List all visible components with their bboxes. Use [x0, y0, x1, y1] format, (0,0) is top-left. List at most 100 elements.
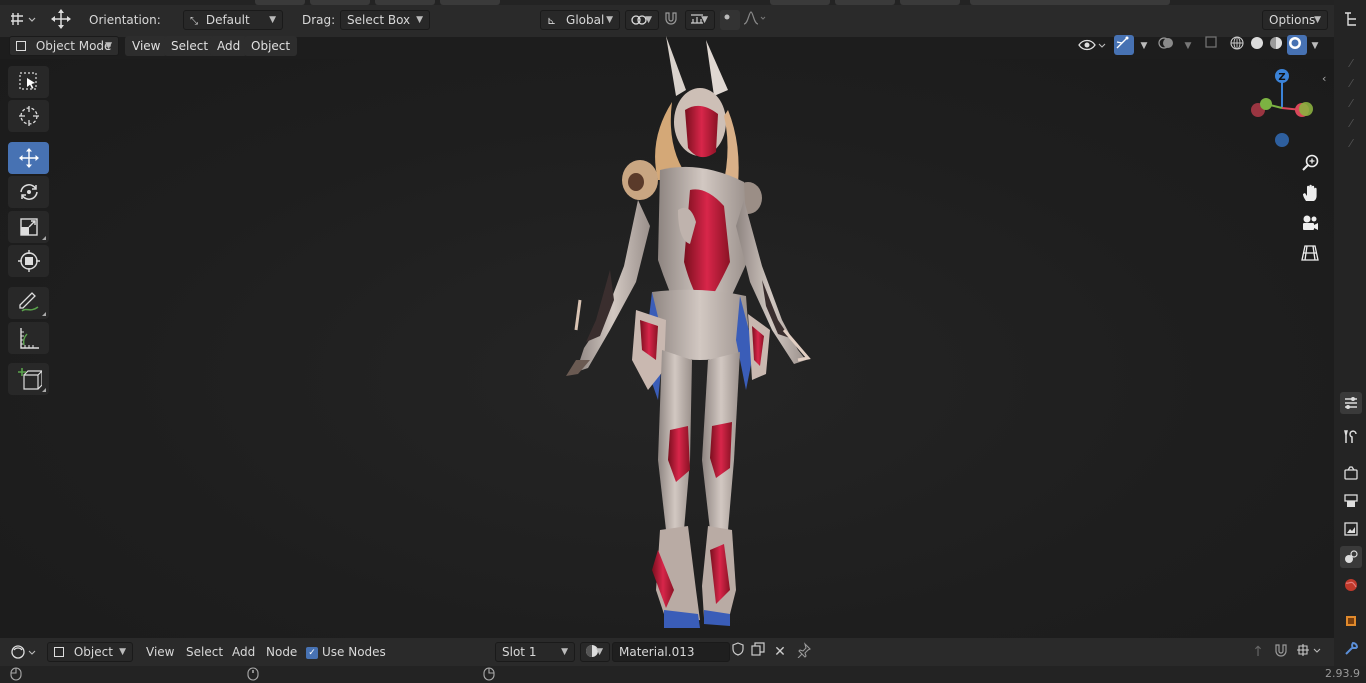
shader-editor-header: Object ▼ View Select Add Node ✓ Use Node… — [0, 638, 1334, 666]
rotate-tool[interactable] — [8, 176, 49, 208]
navigation-gizmo[interactable]: Z — [1244, 66, 1320, 152]
world-properties-icon[interactable] — [1340, 574, 1362, 596]
render-properties-icon[interactable] — [1340, 462, 1362, 484]
workspace-tab[interactable] — [770, 0, 830, 5]
gizmo-toggle-button[interactable] — [1114, 35, 1134, 55]
workspace-tab[interactable] — [835, 0, 895, 5]
sidebar-toggle-icon[interactable]: ‹ — [1322, 72, 1326, 85]
tool-pin-icon[interactable]: ⁄ — [1340, 92, 1362, 114]
axis-y-neg-handle[interactable] — [1299, 102, 1313, 116]
material-name-field[interactable]: Material.013 — [612, 642, 730, 662]
tool-pin-icon[interactable]: ⁄ — [1340, 72, 1362, 94]
perspective-toggle-button[interactable] — [1297, 240, 1323, 266]
overlays-options-dropdown[interactable]: ▼ — [1180, 35, 1196, 55]
workspace-tab[interactable] — [310, 0, 370, 5]
tool-settings-icon[interactable] — [1340, 426, 1362, 448]
workspace-tab[interactable] — [440, 0, 500, 5]
parent-node-tree-button[interactable]: ↑ — [1248, 642, 1268, 662]
select-menu[interactable]: Select — [164, 36, 216, 56]
proportional-falloff-dropdown[interactable] — [742, 10, 770, 30]
material-preview-button[interactable] — [1268, 35, 1288, 55]
node-snap-mode-dropdown[interactable] — [1295, 642, 1325, 662]
view-menu[interactable]: View — [125, 36, 168, 56]
visibility-dropdown[interactable] — [1077, 35, 1109, 55]
overlays-toggle-button[interactable] — [1158, 35, 1178, 55]
pin-button[interactable] — [796, 642, 816, 662]
slot-value: Slot 1 — [502, 645, 537, 659]
node-menu[interactable]: Node — [266, 642, 297, 662]
move-gizmo-icon[interactable] — [48, 8, 76, 29]
axis-y-handle[interactable] — [1260, 98, 1272, 110]
workspace-tab[interactable] — [970, 0, 1170, 5]
modifier-properties-icon[interactable] — [1340, 638, 1362, 660]
shading-options-dropdown[interactable]: ▼ — [1307, 35, 1323, 55]
magnet-icon — [1275, 644, 1287, 657]
transform-orientation-dropdown[interactable]: ⊾ Global ▼ — [540, 10, 620, 30]
use-nodes-checkbox[interactable]: ✓ — [306, 647, 318, 659]
gizmo-options-dropdown[interactable]: ▼ — [1136, 35, 1152, 55]
properties-tab-strip: ⁄ ⁄ ⁄ ⁄ ⁄ — [1334, 0, 1366, 683]
rendered-shading-button[interactable] — [1287, 35, 1307, 55]
zoom-icon — [1302, 154, 1319, 171]
tool-pin-icon[interactable]: ⁄ — [1340, 132, 1362, 154]
browse-material-dropdown[interactable]: ▼ — [580, 642, 610, 662]
move-tool[interactable] — [8, 142, 49, 174]
slot-dropdown[interactable]: Slot 1 ▼ — [495, 642, 575, 662]
material-name-value: Material.013 — [619, 645, 695, 659]
pivot-point-dropdown[interactable]: ▼ — [625, 10, 659, 30]
status-bar: 2.93.9 — [0, 666, 1366, 683]
output-properties-icon[interactable] — [1340, 490, 1362, 512]
shader-type-dropdown[interactable]: Object ▼ — [47, 642, 133, 662]
view-layer-properties-icon[interactable] — [1340, 518, 1362, 540]
pan-button[interactable] — [1297, 180, 1323, 206]
proportional-editing-button[interactable] — [720, 10, 740, 30]
workspace-tab[interactable] — [375, 0, 435, 5]
tool-pin-icon[interactable]: ⁄ — [1340, 112, 1362, 134]
snap-target-dropdown[interactable]: ▼ — [685, 10, 715, 30]
mode-dropdown[interactable]: Object Mode ▼ — [9, 36, 119, 56]
camera-view-button[interactable] — [1297, 210, 1323, 236]
node-snap-button[interactable] — [1273, 642, 1293, 662]
solid-shading-button[interactable] — [1249, 35, 1269, 55]
wireframe-shading-button[interactable] — [1229, 35, 1249, 55]
duplicate-icon — [751, 642, 765, 656]
character-model[interactable] — [540, 30, 830, 640]
fake-user-button[interactable] — [731, 642, 749, 662]
scale-tool[interactable] — [8, 211, 49, 243]
orientation-dropdown[interactable]: ⤡ Default ▼ — [183, 10, 283, 30]
axis-z-neg-handle[interactable] — [1275, 133, 1289, 147]
add-menu[interactable]: Add — [210, 36, 248, 56]
zoom-button[interactable] — [1297, 150, 1323, 176]
annotate-tool[interactable] — [8, 287, 49, 319]
object-properties-icon[interactable] — [1340, 610, 1362, 632]
gizmo-icon — [1116, 36, 1129, 49]
options-dropdown[interactable]: Options ▼ — [1262, 10, 1328, 30]
solid-sphere-icon — [1251, 37, 1263, 49]
properties-editor-icon[interactable] — [1340, 392, 1362, 414]
chevron-down-icon: ▼ — [119, 647, 126, 657]
add-cube-tool[interactable] — [8, 363, 49, 395]
workspace-tab[interactable] — [255, 0, 305, 5]
editor-type-button[interactable] — [8, 642, 40, 662]
measure-tool[interactable] — [8, 322, 49, 354]
tool-pin-icon[interactable]: ⁄ — [1340, 52, 1362, 74]
snap-toggle-button[interactable] — [663, 10, 683, 30]
falloff-curve-icon — [743, 11, 766, 25]
workspace-tab[interactable] — [900, 0, 960, 5]
new-material-button[interactable] — [751, 642, 769, 662]
select-menu[interactable]: Select — [186, 642, 223, 662]
outliner-icon[interactable] — [1340, 8, 1362, 30]
add-menu[interactable]: Add — [232, 642, 255, 662]
transform-editor-icon — [11, 13, 36, 25]
drag-dropdown[interactable]: Select Box ▼ — [340, 10, 430, 30]
select-box-tool[interactable] — [8, 66, 49, 98]
xray-toggle-button[interactable] — [1204, 35, 1224, 55]
unlink-material-button[interactable]: ✕ — [771, 642, 789, 662]
editor-type-button[interactable] — [8, 9, 40, 29]
object-menu[interactable]: Object — [244, 36, 298, 56]
scene-properties-icon[interactable] — [1340, 546, 1362, 568]
orientation-value: Default — [205, 13, 250, 27]
transform-tool[interactable] — [8, 245, 49, 277]
view-menu[interactable]: View — [146, 642, 174, 662]
cursor-tool[interactable] — [8, 100, 49, 132]
